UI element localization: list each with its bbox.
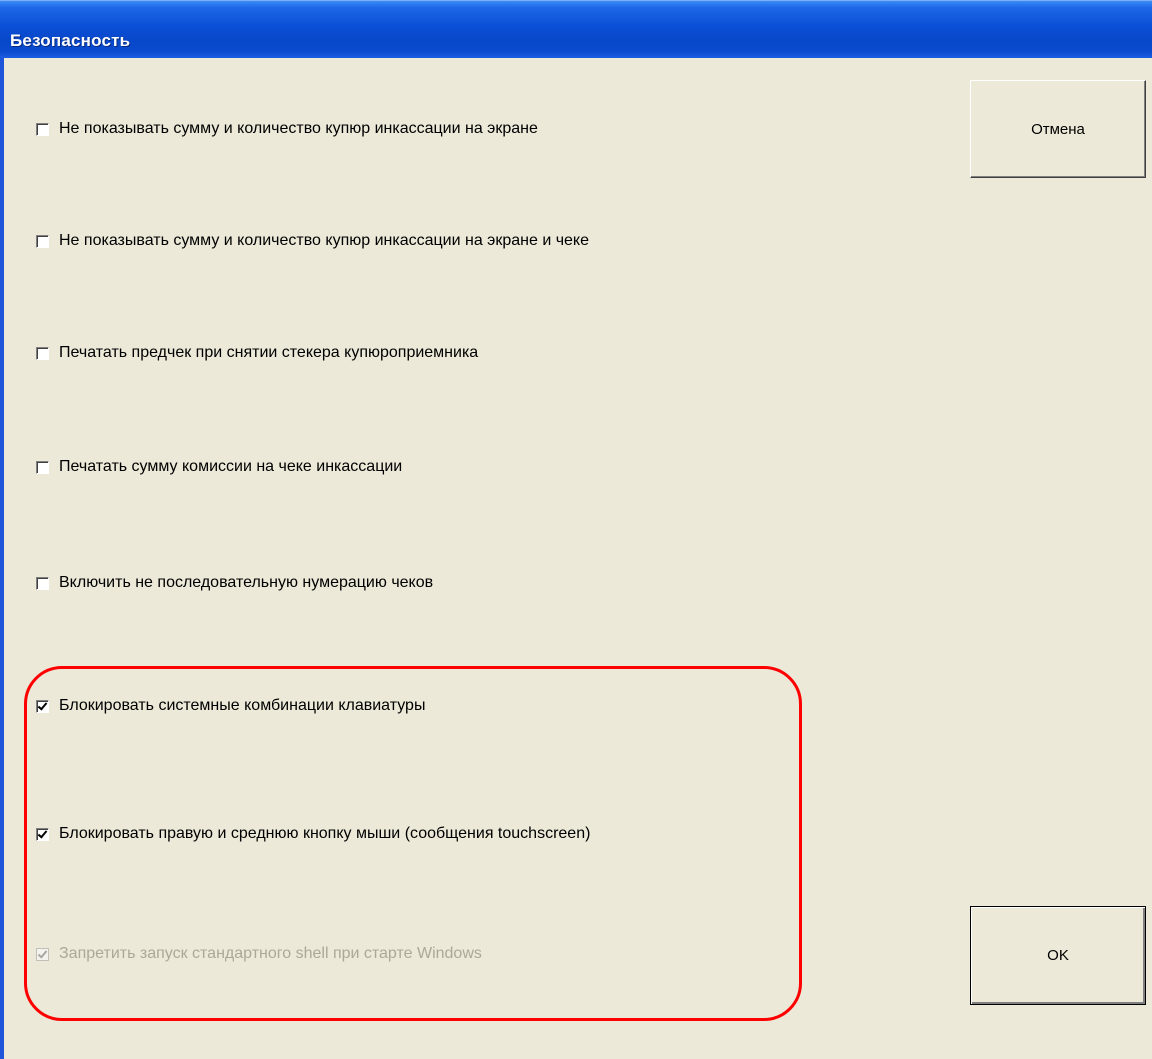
- checkbox-disabled-checked: [36, 947, 49, 961]
- option-label: Не показывать сумму и количество купюр и…: [59, 232, 590, 249]
- option-label: Включить не последовательную нумерацию ч…: [59, 574, 434, 591]
- option-hide-amount-screen[interactable]: Не показывать сумму и количество купюр и…: [36, 118, 538, 140]
- dialog-content: Не показывать сумму и количество купюр и…: [4, 58, 1152, 1059]
- option-label: Блокировать системные комбинации клавиат…: [59, 697, 426, 714]
- window-title: Безопасность: [10, 31, 131, 50]
- option-label: Запретить запуск стандартного shell при …: [59, 945, 482, 962]
- ok-button[interactable]: OK: [970, 906, 1146, 1005]
- option-label: Печатать предчек при снятии стекера купю…: [59, 344, 479, 361]
- option-hide-amount-screen-receipt[interactable]: Не показывать сумму и количество купюр и…: [36, 230, 589, 252]
- option-block-keyboard-combos[interactable]: Блокировать системные комбинации клавиат…: [36, 695, 425, 717]
- checkbox-checked[interactable]: [36, 699, 49, 713]
- checkbox-checked[interactable]: [36, 827, 49, 841]
- option-print-commission[interactable]: Печатать сумму комиссии на чеке инкассац…: [36, 456, 402, 478]
- checkbox[interactable]: [36, 576, 49, 590]
- option-print-precheck[interactable]: Печатать предчек при снятии стекера купю…: [36, 342, 478, 364]
- option-nonsequential-numbering[interactable]: Включить не последовательную нумерацию ч…: [36, 572, 433, 594]
- checkbox[interactable]: [36, 460, 49, 474]
- checkbox[interactable]: [36, 122, 49, 136]
- title-bar[interactable]: Безопасность: [0, 0, 1152, 58]
- option-block-mouse-buttons[interactable]: Блокировать правую и среднюю кнопку мыши…: [36, 823, 590, 845]
- option-label: Печатать сумму комиссии на чеке инкассац…: [59, 458, 403, 475]
- security-dialog: Безопасность Не показывать сумму и колич…: [0, 0, 1152, 1059]
- option-label: Блокировать правую и среднюю кнопку мыши…: [59, 825, 591, 842]
- option-disable-standard-shell: Запретить запуск стандартного shell при …: [36, 943, 482, 965]
- option-label: Не показывать сумму и количество купюр и…: [59, 120, 538, 137]
- checkbox[interactable]: [36, 346, 49, 360]
- checkbox[interactable]: [36, 234, 49, 248]
- cancel-button[interactable]: Отмена: [970, 80, 1146, 178]
